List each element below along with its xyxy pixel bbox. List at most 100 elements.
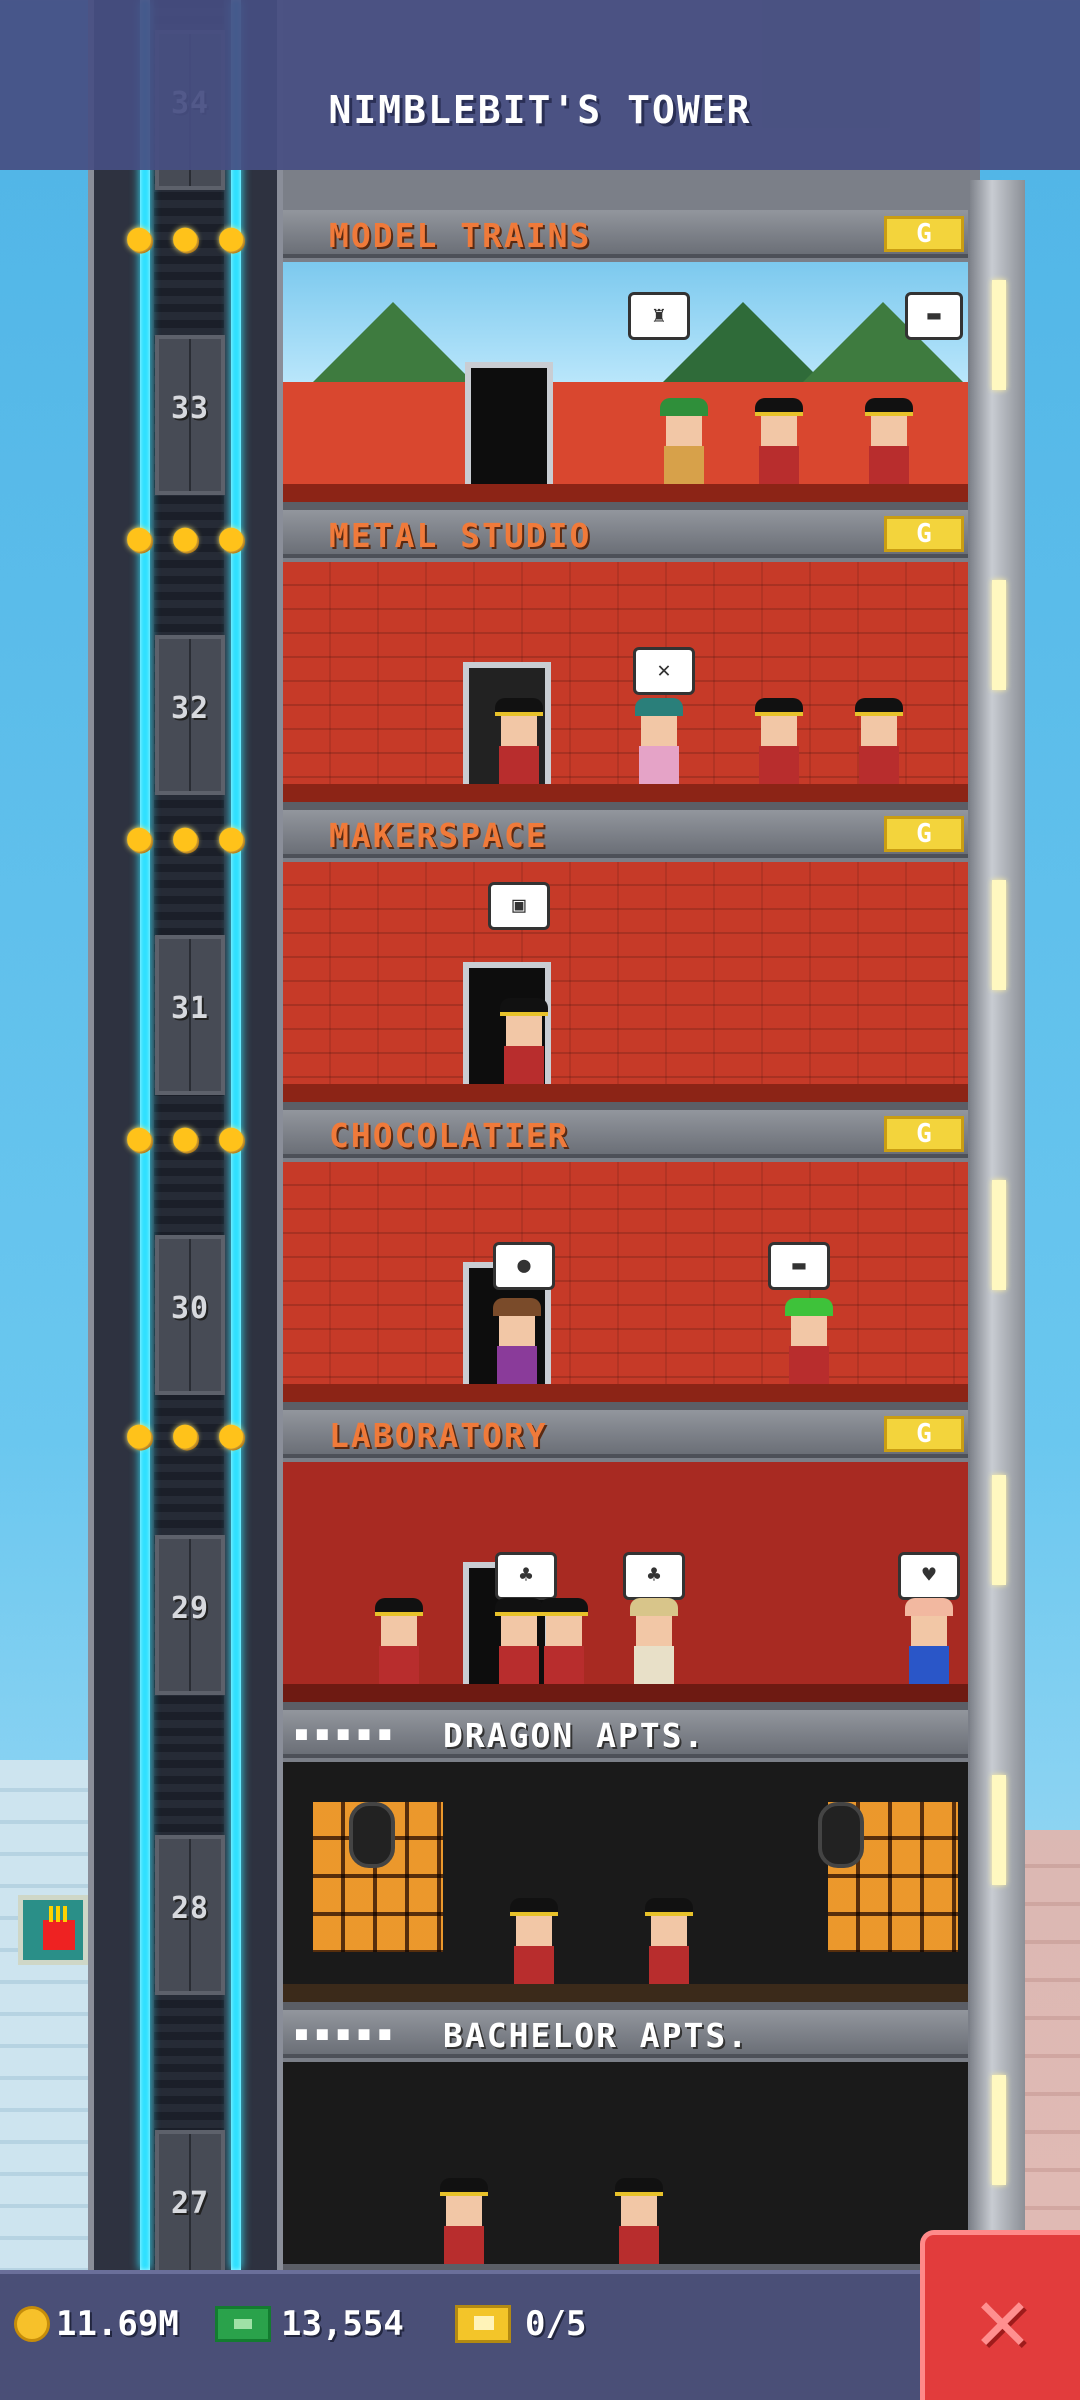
rail-lamp <box>992 580 1006 690</box>
floor-star-rating: ● ● ● <box>120 1114 260 1160</box>
rail-lamp <box>992 1775 1006 1885</box>
star-icon: ● <box>126 1114 152 1160</box>
lantern <box>349 1802 395 1868</box>
elevator-door-27[interactable]: 27 <box>155 2130 225 2290</box>
bitizen-thought-bubble[interactable]: ▬ <box>768 1242 830 1290</box>
star-icon: ● <box>218 1411 244 1457</box>
tower-header: NIMBLEBIT'S TOWER <box>0 0 1080 170</box>
rail-lamp <box>992 2075 1006 2185</box>
bitizen-thought-bubble[interactable]: ● <box>493 1242 555 1290</box>
upgrade-badge[interactable]: G <box>884 216 964 252</box>
close-button[interactable]: ✕ <box>920 2230 1080 2400</box>
bitizen-thought-bubble[interactable]: ♜ <box>628 292 690 340</box>
star-icon: ● <box>172 1114 198 1160</box>
tower-title[interactable]: NIMBLEBIT'S TOWER <box>0 88 1080 132</box>
bitizen-thought-bubble[interactable]: ♥ <box>898 1552 960 1600</box>
bitizen[interactable] <box>643 1898 695 1984</box>
floor-room[interactable]: ♣ ♣ ♥ <box>283 1462 968 1710</box>
floor-name: CHOCOLATIER <box>329 1116 570 1155</box>
rail-lamp <box>992 1475 1006 1585</box>
floor-number: 31 <box>170 991 210 1026</box>
elevator-door-28[interactable]: 28 <box>155 1835 225 1995</box>
star-icon: ● <box>126 514 152 560</box>
floor-number: 29 <box>170 1591 210 1626</box>
elevator-door-33[interactable]: 33 <box>155 335 225 495</box>
star-icon: ● <box>172 814 198 860</box>
floor-banner: LABORATORY G <box>283 1410 968 1458</box>
elevator-door-31[interactable]: 31 <box>155 935 225 1095</box>
floor-name: MODEL TRAINS <box>329 216 592 255</box>
star-icon: ● <box>126 214 152 260</box>
bitizen[interactable] <box>373 1598 425 1684</box>
fries-billboard <box>18 1895 88 1965</box>
coin-icon <box>14 2306 50 2342</box>
bitizen[interactable] <box>438 2178 490 2264</box>
bitizen[interactable] <box>863 398 915 484</box>
rail-lamp <box>992 1180 1006 1290</box>
bitizen[interactable] <box>508 1898 560 1984</box>
bitizen[interactable] <box>753 398 805 484</box>
elevator-door-30[interactable]: 30 <box>155 1235 225 1395</box>
bitizen-thought-bubble[interactable]: ♣ <box>495 1552 557 1600</box>
star-icon: ● <box>218 814 244 860</box>
bitizen[interactable] <box>491 1298 543 1384</box>
upgrade-badge[interactable]: G <box>884 1116 964 1152</box>
bitizen-thought-bubble[interactable]: ▬ <box>905 292 963 340</box>
bitizen[interactable] <box>903 1598 955 1684</box>
elevator-door-32[interactable]: 32 <box>155 635 225 795</box>
bitizen[interactable] <box>658 398 710 484</box>
bitizen-thought-bubble[interactable]: ♣ <box>623 1552 685 1600</box>
elevator-door-29[interactable]: 29 <box>155 1535 225 1695</box>
floor-room[interactable] <box>283 1762 968 2010</box>
coins-counter[interactable]: 11.69M <box>14 2304 179 2344</box>
floor-room[interactable]: ♜ ▬ <box>283 262 968 510</box>
floor-name: MAKERSPACE <box>329 816 548 855</box>
upgrade-badge[interactable]: G <box>884 516 964 552</box>
bitizen[interactable] <box>538 1598 590 1684</box>
floor-star-rating: ● ● ● <box>120 1411 260 1457</box>
status-bar: 11.69M 13,554 0/5 <box>0 2270 1080 2400</box>
tickets-value: 0/5 <box>525 2304 587 2344</box>
floor-room[interactable]: ▣ <box>283 862 968 1110</box>
room-door <box>465 362 553 502</box>
floor-number: 33 <box>170 391 210 426</box>
bitizen[interactable] <box>628 1598 680 1684</box>
floor-number: 27 <box>170 2186 210 2221</box>
floor-banner: CHOCOLATIER G <box>283 1110 968 1158</box>
bitizen[interactable] <box>853 698 905 784</box>
upgrade-badge[interactable]: G <box>884 816 964 852</box>
mountain <box>313 302 473 382</box>
upgrade-badge[interactable]: G <box>884 1416 964 1452</box>
bitizen[interactable] <box>613 2178 665 2264</box>
star-icon: ● <box>218 514 244 560</box>
floor-room[interactable]: ● ▬ <box>283 1162 968 1410</box>
floor-number: 30 <box>170 1291 210 1326</box>
star-icon: ● <box>172 1411 198 1457</box>
floor-number: 28 <box>170 1891 210 1926</box>
floor-room[interactable] <box>283 2062 968 2272</box>
rail-lamp <box>992 280 1006 390</box>
tickets-counter[interactable]: 0/5 <box>455 2304 586 2344</box>
train-diorama-backdrop <box>283 262 968 382</box>
bux-counter[interactable]: 13,554 <box>215 2304 404 2344</box>
floor-name: METAL STUDIO <box>329 516 592 555</box>
bitizen[interactable] <box>498 998 550 1084</box>
floor-star-rating: ● ● ● <box>120 214 260 260</box>
star-icon: ● <box>172 514 198 560</box>
floor-banner: ▪▪▪▪▪ DRAGON APTS. <box>283 1710 968 1758</box>
star-icon: ● <box>126 814 152 860</box>
lantern <box>818 1802 864 1868</box>
star-icon: ● <box>218 1114 244 1160</box>
bitizen[interactable] <box>753 698 805 784</box>
bitizen[interactable] <box>783 1298 835 1384</box>
bitizen[interactable] <box>493 698 545 784</box>
rail-lamp <box>992 880 1006 990</box>
floor-name: DRAGON APTS. <box>443 1716 706 1755</box>
bitizen[interactable] <box>633 698 685 784</box>
bitizen-thought-bubble[interactable]: ✕ <box>633 647 695 695</box>
bitizen-thought-bubble[interactable]: ▣ <box>488 882 550 930</box>
bux-value: 13,554 <box>281 2304 404 2344</box>
floor-banner: MODEL TRAINS G <box>283 210 968 258</box>
floor-room[interactable]: ✕ <box>283 562 968 810</box>
ticket-icon <box>455 2305 511 2343</box>
